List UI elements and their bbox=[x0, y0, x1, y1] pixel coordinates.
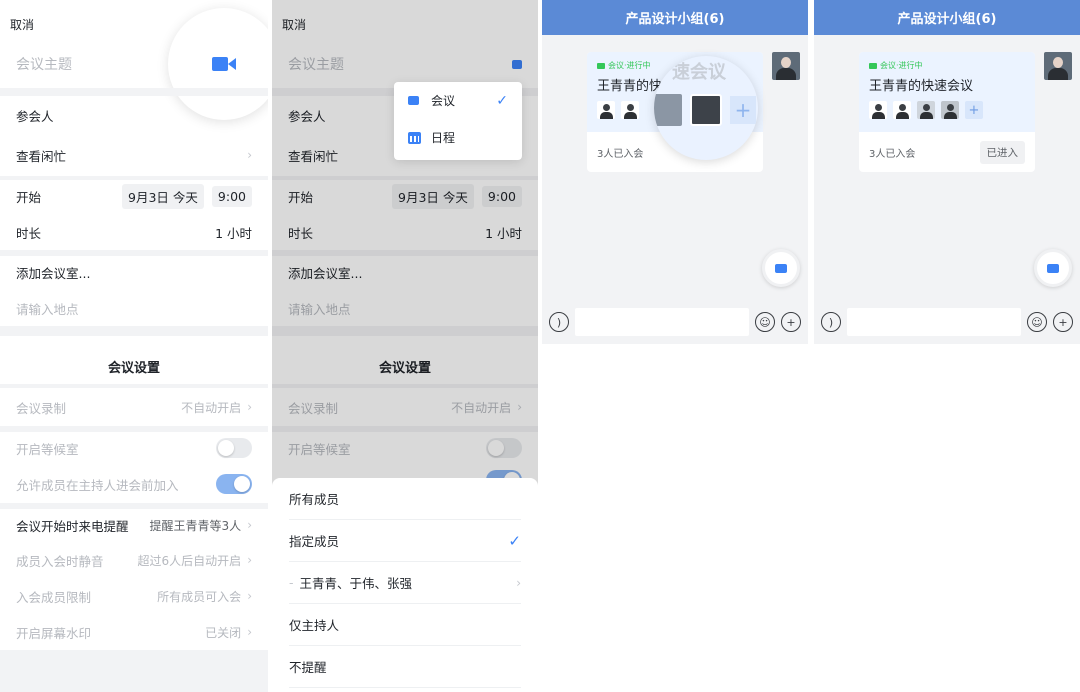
emoji-icon[interactable]: ☺ bbox=[755, 312, 775, 332]
joined-count: 3人已入会 bbox=[869, 148, 916, 160]
waiting-room-row: 开启等候室 bbox=[0, 434, 268, 462]
voice-icon[interactable]: ) bbox=[549, 312, 569, 332]
start-time-picker[interactable]: 9:00 bbox=[211, 185, 252, 207]
add-room-row[interactable]: 添加会议室... bbox=[0, 258, 268, 286]
chat-header: 产品设计小组(6) bbox=[542, 0, 808, 35]
meeting-form-overlay-panel: 取消 会议主题 参会人 查看闲忙 开始 9月3日 今天 9:00 时长 1 小时 … bbox=[272, 0, 538, 692]
reminder-bottom-sheet: 所有成员 指定成员 ✓ - 王青青、于伟、张强 › 仅主持人 不提醒 bbox=[272, 478, 538, 692]
meeting-status: 会议·进行中 bbox=[869, 60, 1025, 71]
calendar-icon bbox=[408, 131, 421, 144]
option-host-only[interactable]: 仅主持人 bbox=[289, 604, 521, 646]
video-camera-icon bbox=[408, 96, 419, 105]
input-bar: ) ☺ + bbox=[542, 300, 808, 344]
video-call-button[interactable] bbox=[762, 249, 800, 287]
duration-row[interactable]: 时长 1 小时 bbox=[0, 218, 268, 246]
chevron-right-icon: › bbox=[247, 148, 252, 162]
start-row: 开始 9月3日 今天 9:00 bbox=[0, 182, 268, 210]
avatar[interactable] bbox=[1044, 52, 1072, 80]
add-participant-button[interactable]: + bbox=[965, 101, 983, 119]
join-limit-row[interactable]: 入会成员限制 所有成员可入会 › bbox=[0, 582, 268, 610]
input-bar: ) ☺ + bbox=[814, 300, 1080, 344]
avatar bbox=[597, 101, 615, 119]
video-camera-icon bbox=[869, 62, 877, 69]
check-icon: ✓ bbox=[508, 531, 521, 550]
location-input[interactable]: 请输入地点 bbox=[0, 294, 268, 322]
participants-row[interactable]: 参会人 bbox=[0, 100, 268, 130]
allow-before-host-toggle[interactable] bbox=[216, 474, 252, 494]
video-camera-icon bbox=[1047, 263, 1059, 273]
group-chat-panel-magnified: 产品设计小组(6) 会议·进行中 王青青的快 3人已入会 速会议 + ) ☺ + bbox=[542, 0, 808, 344]
mute-on-join-row[interactable]: 成员入会时静音 超过6人后自动开启 › bbox=[0, 546, 268, 574]
avatar bbox=[869, 101, 887, 119]
avatar bbox=[893, 101, 911, 119]
avatar[interactable] bbox=[772, 52, 800, 80]
option-member-names[interactable]: - 王青青、于伟、张强 › bbox=[289, 562, 521, 604]
plus-circle-icon[interactable]: + bbox=[781, 312, 801, 332]
avatar bbox=[917, 101, 935, 119]
check-icon: ✓ bbox=[496, 92, 508, 109]
avatar bbox=[621, 101, 639, 119]
recording-row[interactable]: 会议录制 不自动开启 › bbox=[0, 393, 268, 421]
magnifier-lens: 速会议 + bbox=[654, 56, 758, 160]
voice-icon[interactable]: ) bbox=[821, 312, 841, 332]
plus-icon: + bbox=[730, 96, 756, 124]
waiting-room-toggle[interactable] bbox=[216, 438, 252, 458]
emoji-icon[interactable]: ☺ bbox=[1027, 312, 1047, 332]
option-specified-members[interactable]: 指定成员 ✓ bbox=[289, 520, 521, 562]
video-camera-icon bbox=[597, 62, 605, 69]
meeting-form-panel: 取消 会议主题 参会人 查看闲忙 › 开始 9月3日 今天 9:00 时长 1 小时… bbox=[0, 0, 268, 692]
video-camera-icon bbox=[775, 263, 787, 273]
participant-avatars: + bbox=[869, 101, 1025, 119]
start-date-picker[interactable]: 9月3日 今天 bbox=[122, 183, 204, 209]
message-input[interactable] bbox=[847, 308, 1021, 336]
allow-before-host-row: 允许成员在主持人进会前加入 bbox=[0, 470, 268, 498]
joined-count: 3人已入会 bbox=[597, 148, 644, 160]
dropdown-item-schedule[interactable]: 日程 bbox=[394, 119, 522, 156]
call-reminder-row[interactable]: 会议开始时来电提醒 提醒王青青等3人 › bbox=[0, 511, 268, 539]
message-input[interactable] bbox=[575, 308, 749, 336]
avatar bbox=[690, 94, 722, 126]
video-camera-icon bbox=[212, 57, 228, 71]
video-call-button[interactable] bbox=[1034, 249, 1072, 287]
meeting-card[interactable]: 会议·进行中 王青青的快速会议 + 3人已入会 已进入 bbox=[859, 52, 1035, 172]
dropdown-item-meeting[interactable]: 会议 ✓ bbox=[394, 82, 522, 119]
plus-circle-icon[interactable]: + bbox=[1053, 312, 1073, 332]
watermark-row[interactable]: 开启屏幕水印 已关闭 › bbox=[0, 618, 268, 646]
chat-header: 产品设计小组(6) bbox=[814, 0, 1080, 35]
option-all-members[interactable]: 所有成员 bbox=[289, 478, 521, 520]
meeting-title: 王青青的快速会议 bbox=[869, 79, 974, 94]
group-chat-panel: 产品设计小组(6) 会议·进行中 王青青的快速会议 + 3人已入会 已进入 ) ☺… bbox=[814, 0, 1080, 344]
meeting-type-dropdown: 会议 ✓ 日程 bbox=[394, 82, 522, 160]
option-no-remind[interactable]: 不提醒 bbox=[289, 646, 521, 688]
avatar bbox=[941, 101, 959, 119]
settings-title: 会议设置 bbox=[107, 360, 160, 376]
check-busy-row[interactable]: 查看闲忙 › bbox=[0, 140, 268, 170]
joined-button[interactable]: 已进入 bbox=[979, 140, 1025, 164]
